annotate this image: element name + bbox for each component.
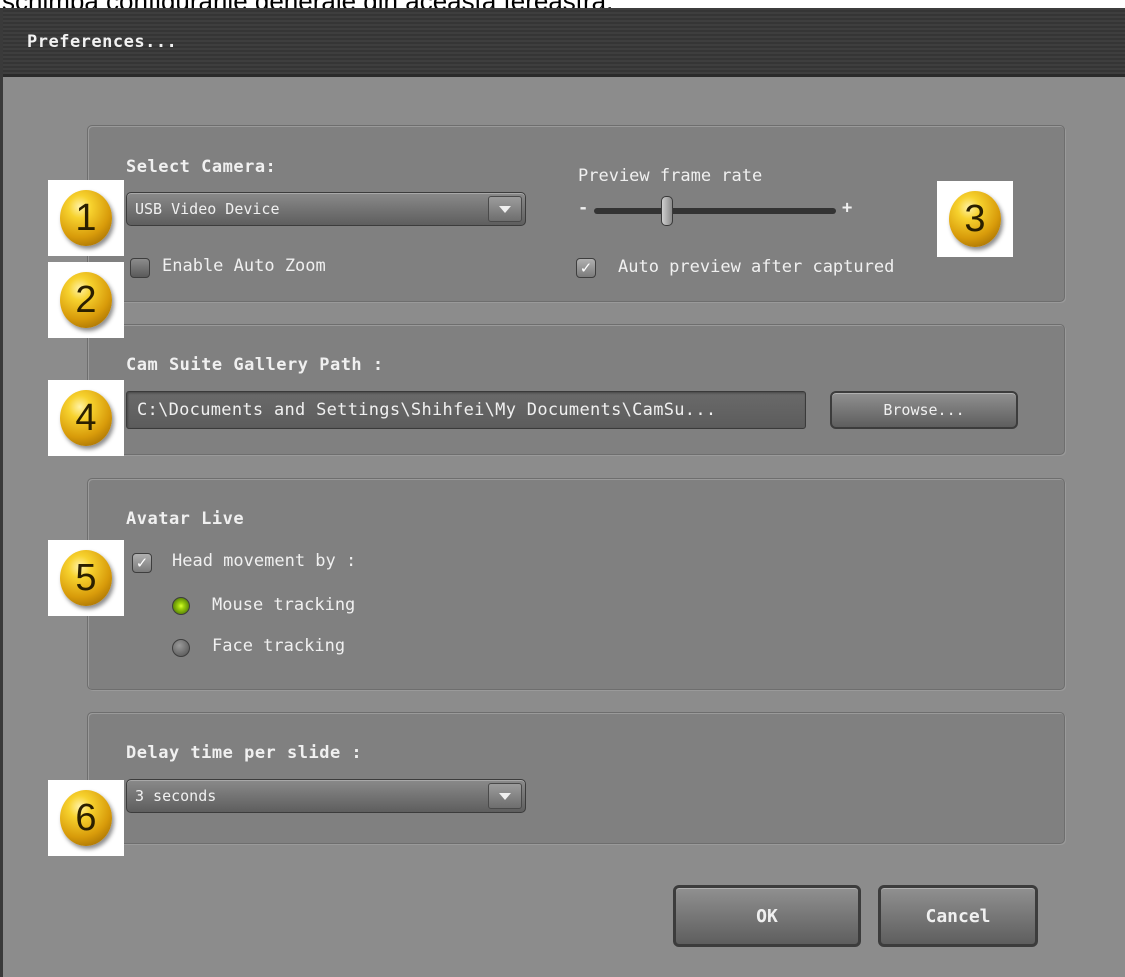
chevron-down-icon[interactable] xyxy=(488,783,522,809)
frame-rate-label: Preview frame rate xyxy=(578,166,763,186)
head-movement-checkbox[interactable]: ✓ xyxy=(132,553,152,573)
face-tracking-label: Face tracking xyxy=(212,636,346,656)
delay-select[interactable]: 3 seconds xyxy=(126,779,526,813)
gallery-panel: Cam Suite Gallery Path : C:\Documents an… xyxy=(87,324,1065,455)
marker-5: 5 xyxy=(48,540,124,616)
number-badge-icon: 2 xyxy=(60,272,112,328)
gallery-path-field[interactable]: C:\Documents and Settings\Shihfei\My Doc… xyxy=(126,391,806,429)
number-badge-icon: 6 xyxy=(60,790,112,846)
preferences-dialog: Preferences... Select Camera: USB Video … xyxy=(0,8,1125,977)
slide-delay-panel: Delay time per slide : 3 seconds xyxy=(87,712,1065,844)
slide-delay-section-title: Delay time per slide : xyxy=(126,743,363,763)
title-bar: Preferences... xyxy=(3,8,1125,77)
gallery-section-title: Cam Suite Gallery Path : xyxy=(126,355,384,375)
marker-2: 2 xyxy=(48,262,124,338)
minus-icon: - xyxy=(578,198,589,218)
mouse-tracking-radio[interactable] xyxy=(172,597,190,615)
auto-preview-checkbox[interactable]: ✓ xyxy=(576,258,596,278)
number-badge-icon: 1 xyxy=(60,190,112,246)
mouse-tracking-label: Mouse tracking xyxy=(212,595,356,615)
marker-4: 4 xyxy=(48,380,124,456)
frame-rate-slider[interactable] xyxy=(594,208,836,214)
avatar-section-title: Avatar Live xyxy=(126,509,245,529)
cancel-button[interactable]: Cancel xyxy=(878,885,1038,947)
ok-button[interactable]: OK xyxy=(673,885,861,947)
number-badge-icon: 4 xyxy=(60,390,112,446)
auto-zoom-label: Enable Auto Zoom xyxy=(162,256,326,276)
camera-select-value: USB Video Device xyxy=(135,200,280,218)
face-tracking-radio[interactable] xyxy=(172,639,190,657)
plus-icon: + xyxy=(842,198,853,218)
number-badge-icon: 3 xyxy=(949,191,1001,247)
delay-select-value: 3 seconds xyxy=(135,787,217,805)
marker-1: 1 xyxy=(48,180,124,256)
camera-panel: Select Camera: USB Video Device Enable A… xyxy=(87,125,1065,302)
frame-rate-slider-handle[interactable] xyxy=(660,196,673,226)
checkmark-icon: ✓ xyxy=(135,553,149,572)
auto-zoom-checkbox[interactable] xyxy=(130,258,150,278)
marker-6: 6 xyxy=(48,780,124,856)
camera-section-title: Select Camera: xyxy=(126,157,277,177)
gallery-path-value: C:\Documents and Settings\Shihfei\My Doc… xyxy=(137,400,717,420)
camera-select[interactable]: USB Video Device xyxy=(126,192,526,226)
head-movement-label: Head movement by : xyxy=(172,551,357,571)
number-badge-icon: 5 xyxy=(60,550,112,606)
checkmark-icon: ✓ xyxy=(579,258,593,277)
dialog-title: Preferences... xyxy=(27,32,178,52)
avatar-live-panel: Avatar Live ✓ Head movement by : Mouse t… xyxy=(87,478,1065,690)
chevron-down-icon[interactable] xyxy=(488,196,522,222)
marker-3: 3 xyxy=(937,181,1013,257)
auto-preview-label: Auto preview after captured xyxy=(618,257,895,277)
browse-button[interactable]: Browse... xyxy=(830,391,1018,429)
